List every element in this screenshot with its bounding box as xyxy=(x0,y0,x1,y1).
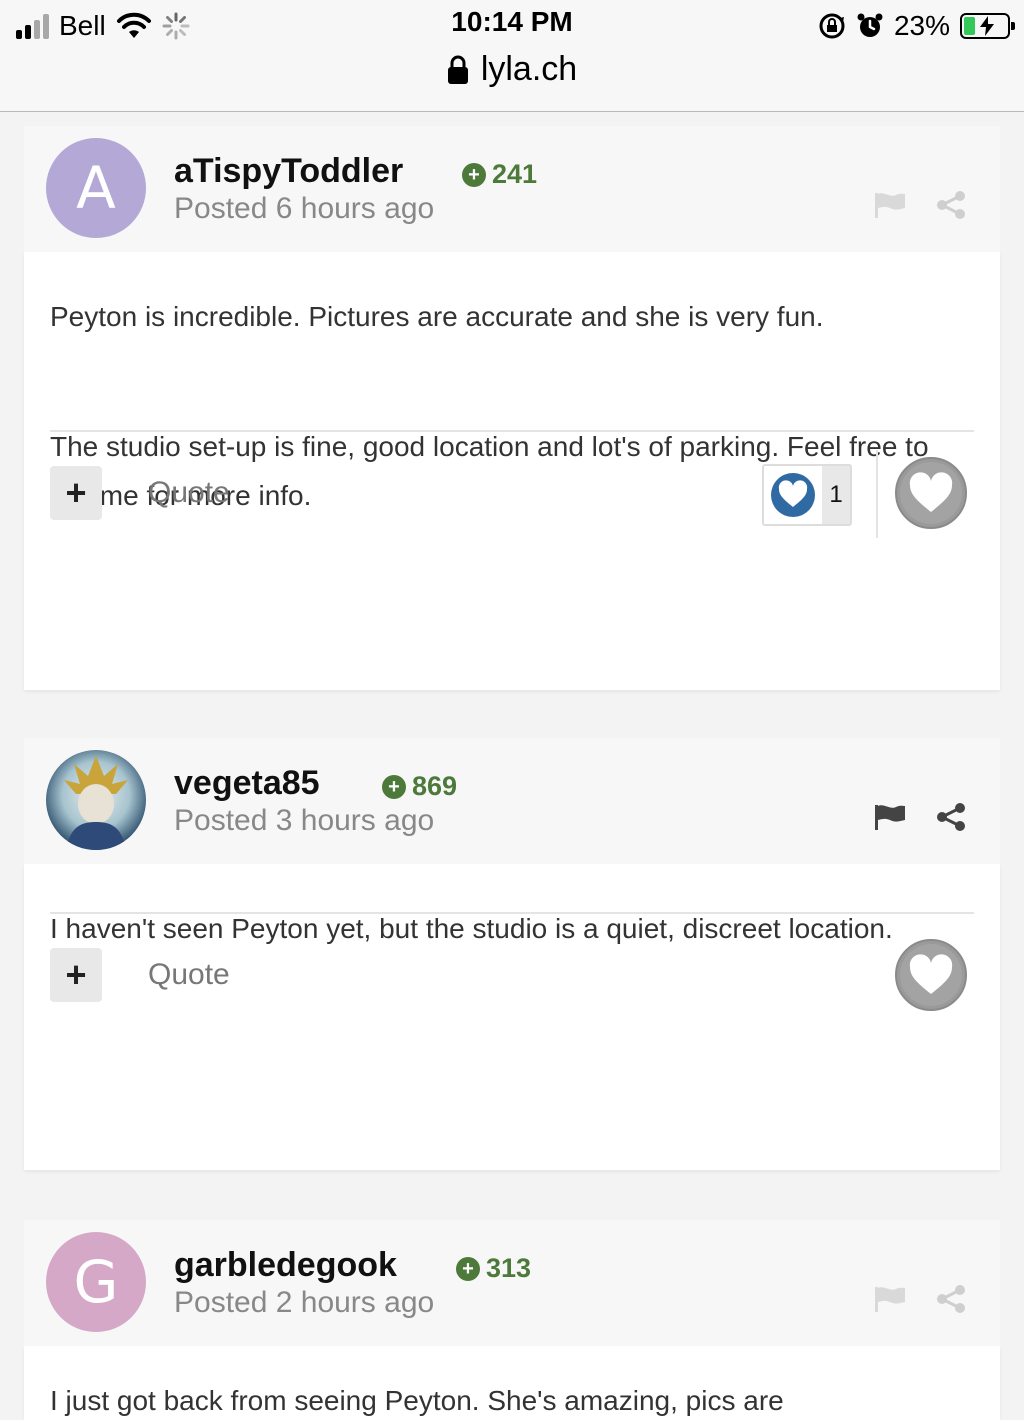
username-link[interactable]: aTispyToddler xyxy=(174,152,403,191)
post-content: I haven't seen Peyton yet, but the studi… xyxy=(24,864,1000,1170)
reputation-count: 313 xyxy=(486,1253,532,1283)
share-icon[interactable] xyxy=(936,1284,966,1314)
reputation-badge: + 869 xyxy=(382,771,457,802)
post-timestamp[interactable]: Posted 3 hours ago xyxy=(174,804,434,838)
post-actions xyxy=(874,190,966,220)
post-actions xyxy=(874,802,966,832)
reputation-badge: + 241 xyxy=(462,159,537,190)
reputation-count: 241 xyxy=(492,159,538,189)
reaction-count[interactable]: 1 xyxy=(762,464,852,526)
lock-icon xyxy=(447,55,468,84)
post-timestamp[interactable]: Posted 2 hours ago xyxy=(174,1286,434,1320)
username-link[interactable]: vegeta85 xyxy=(174,764,320,803)
address-bar[interactable]: lyla.ch xyxy=(0,50,1024,89)
avatar[interactable]: G xyxy=(46,1232,146,1332)
plus-circle-icon: + xyxy=(462,162,486,187)
like-button[interactable] xyxy=(894,938,968,1017)
post-actions xyxy=(874,1284,966,1314)
status-right: 23% xyxy=(818,8,1015,44)
like-button[interactable] xyxy=(894,456,968,535)
share-icon[interactable] xyxy=(936,190,966,220)
quote-button[interactable]: Quote xyxy=(148,476,230,510)
reputation-badge: + 313 xyxy=(456,1253,531,1284)
post-content: Peyton is incredible. Pictures are accur… xyxy=(24,252,1000,690)
heart-icon xyxy=(895,457,967,529)
post-timestamp[interactable]: Posted 6 hours ago xyxy=(174,192,434,226)
flag-icon[interactable] xyxy=(874,192,906,218)
post-paragraph: Peyton is incredible. Pictures are accur… xyxy=(50,301,824,332)
reaction-heart-icon xyxy=(764,466,822,524)
avatar[interactable]: A xyxy=(46,138,146,238)
forum-post: G garbledegook + 313 Posted 2 hours ago … xyxy=(24,1220,1000,1420)
forum-post: vegeta85 + 869 Posted 3 hours ago I have… xyxy=(24,738,1000,1170)
heart-icon xyxy=(895,939,967,1011)
post-header: A aTispyToddler + 241 Posted 6 hours ago xyxy=(24,126,1000,252)
post-header: vegeta85 + 869 Posted 3 hours ago xyxy=(24,738,1000,864)
post-footer: + Quote xyxy=(50,912,974,1038)
multiquote-add-button[interactable]: + xyxy=(50,948,102,1002)
forum-post: A aTispyToddler + 241 Posted 6 hours ago… xyxy=(24,126,1000,690)
flag-icon[interactable] xyxy=(874,1286,906,1312)
multiquote-add-button[interactable]: + xyxy=(50,466,102,520)
rotation-lock-icon xyxy=(819,13,845,39)
plus-circle-icon: + xyxy=(382,774,406,799)
flag-icon[interactable] xyxy=(874,804,906,830)
avatar-image xyxy=(64,756,128,850)
reaction-number: 1 xyxy=(822,466,850,524)
avatar[interactable] xyxy=(46,750,146,850)
battery-charging-icon xyxy=(960,13,1015,39)
post-header: G garbledegook + 313 Posted 2 hours ago xyxy=(24,1220,1000,1346)
status-and-url-bar: Bell 10:14 PM 23% lyla.ch xyxy=(0,0,1024,112)
alarm-icon xyxy=(857,13,883,37)
battery-percent: 23% xyxy=(893,10,950,41)
share-icon[interactable] xyxy=(936,802,966,832)
post-content: I just got back from seeing Peyton. She'… xyxy=(24,1346,1000,1420)
page-url: lyla.ch xyxy=(480,50,578,88)
username-link[interactable]: garbledegook xyxy=(174,1246,397,1285)
divider xyxy=(876,450,878,538)
post-paragraph: I just got back from seeing Peyton. She'… xyxy=(50,1385,784,1416)
plus-circle-icon: + xyxy=(456,1256,480,1281)
reputation-count: 869 xyxy=(412,771,458,801)
post-footer: + Quote 1 xyxy=(50,430,974,556)
quote-button[interactable]: Quote xyxy=(148,958,230,992)
